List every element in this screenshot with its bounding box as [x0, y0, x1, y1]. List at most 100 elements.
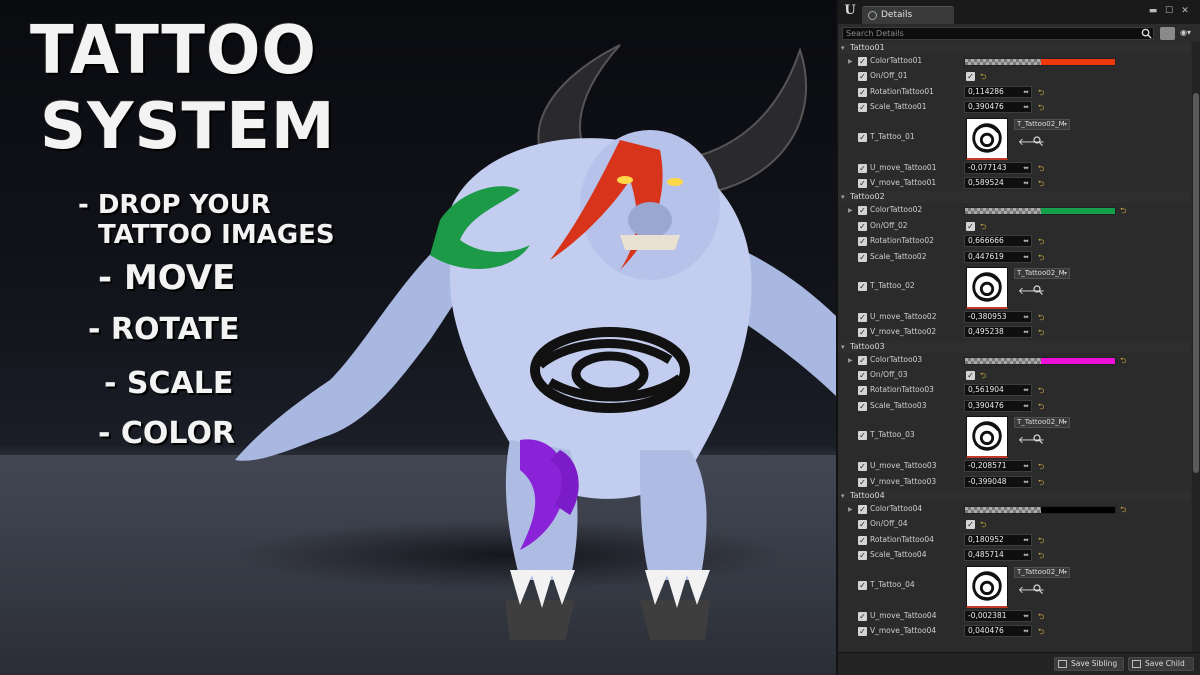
- number-field[interactable]: 0,666666 ⬌: [964, 235, 1032, 248]
- asset-picker[interactable]: T_Tattoo02_M ▾: [1014, 566, 1070, 578]
- color-picker[interactable]: [964, 207, 1116, 216]
- property-matrix-button[interactable]: [1160, 27, 1175, 40]
- reset-to-default-icon[interactable]: ⮌: [1038, 87, 1044, 101]
- override-checkbox[interactable]: ✓: [858, 87, 867, 97]
- collapse-arrow-icon[interactable]: ▾: [841, 191, 845, 203]
- override-checkbox[interactable]: ✓: [858, 132, 867, 142]
- color-picker[interactable]: [964, 356, 1116, 365]
- drag-spin-icon[interactable]: ⬌: [1023, 252, 1029, 262]
- reset-to-default-icon[interactable]: ⮌: [1120, 504, 1126, 518]
- drag-spin-icon[interactable]: ⬌: [1023, 461, 1029, 471]
- reset-to-default-icon[interactable]: ⮌: [1120, 355, 1126, 369]
- details-scroll-area[interactable]: ▾ Tattoo01 ▶ ✓ ColorTattoo01 ✓ On/Off_01 ✓ ⮌ ✓ Rot…: [838, 42, 1190, 652]
- number-field[interactable]: 0,561904 ⬌: [964, 384, 1032, 397]
- reset-to-default-icon[interactable]: ⮌: [1038, 327, 1044, 341]
- drag-spin-icon[interactable]: ⬌: [1023, 102, 1029, 112]
- override-checkbox[interactable]: ✓: [858, 520, 867, 530]
- texture-thumbnail[interactable]: [966, 117, 1008, 160]
- drag-spin-icon[interactable]: ⬌: [1023, 178, 1029, 188]
- drag-spin-icon[interactable]: ⬌: [1023, 477, 1029, 487]
- scrollbar[interactable]: [1192, 42, 1200, 652]
- drag-spin-icon[interactable]: ⬌: [1023, 535, 1029, 545]
- override-checkbox[interactable]: ✓: [858, 237, 867, 247]
- asset-picker[interactable]: T_Tattoo02_M ▾: [1014, 267, 1070, 279]
- collapse-arrow-icon[interactable]: ▾: [841, 42, 845, 54]
- reset-to-default-icon[interactable]: ⮌: [1038, 461, 1044, 475]
- drag-spin-icon[interactable]: ⬌: [1023, 401, 1029, 411]
- reset-to-default-icon[interactable]: ⮌: [1038, 611, 1044, 625]
- save-child-button[interactable]: Save Child: [1128, 657, 1194, 671]
- drag-spin-icon[interactable]: ⬌: [1023, 611, 1029, 621]
- number-field[interactable]: 0,589524 ⬌: [964, 176, 1032, 189]
- override-checkbox[interactable]: ✓: [858, 611, 867, 621]
- onoff-checkbox[interactable]: ✓: [966, 520, 975, 530]
- onoff-checkbox[interactable]: ✓: [966, 221, 975, 231]
- reset-to-default-icon[interactable]: ⮌: [1038, 102, 1044, 116]
- texture-thumbnail[interactable]: [966, 416, 1008, 459]
- number-field[interactable]: 0,485714 ⬌: [964, 549, 1032, 562]
- override-checkbox[interactable]: ✓: [858, 281, 867, 291]
- override-checkbox[interactable]: ✓: [858, 386, 867, 396]
- number-field[interactable]: 0,180952 ⬌: [964, 533, 1032, 546]
- browse-search-icon[interactable]: [1033, 434, 1043, 445]
- override-checkbox[interactable]: ✓: [858, 551, 867, 561]
- browse-search-icon[interactable]: [1033, 285, 1043, 295]
- reset-to-default-icon[interactable]: ⮌: [1038, 401, 1044, 415]
- texture-thumbnail[interactable]: [966, 565, 1008, 608]
- override-checkbox[interactable]: ✓: [858, 72, 867, 82]
- view-options-eye-icon[interactable]: ◉▾: [1180, 28, 1198, 39]
- search-input[interactable]: Search Details: [842, 27, 1154, 40]
- reset-to-default-icon[interactable]: ⮌: [1038, 477, 1044, 491]
- override-checkbox[interactable]: ✓: [858, 505, 867, 515]
- onoff-checkbox[interactable]: ✓: [966, 72, 975, 82]
- reset-to-default-icon[interactable]: ⮌: [1038, 535, 1044, 549]
- group-header[interactable]: ▾ Tattoo02: [838, 191, 1190, 204]
- drag-spin-icon[interactable]: ⬌: [1023, 626, 1029, 636]
- drag-spin-icon[interactable]: ⬌: [1023, 87, 1029, 97]
- override-checkbox[interactable]: ✓: [858, 401, 867, 411]
- asset-picker[interactable]: T_Tattoo02_M ▾: [1014, 118, 1070, 130]
- drag-spin-icon[interactable]: ⬌: [1023, 312, 1029, 322]
- onoff-checkbox[interactable]: ✓: [966, 371, 975, 381]
- override-checkbox[interactable]: ✓: [858, 626, 867, 636]
- group-header[interactable]: ▾ Tattoo01: [838, 42, 1190, 54]
- maximize-icon[interactable]: ☐: [1164, 6, 1174, 16]
- number-field[interactable]: 0,114286 ⬌: [964, 85, 1032, 98]
- override-checkbox[interactable]: ✓: [858, 328, 867, 338]
- reset-to-default-icon[interactable]: ⮌: [980, 370, 986, 384]
- tab-details[interactable]: Details: [862, 6, 954, 24]
- reset-to-default-icon[interactable]: ⮌: [1038, 385, 1044, 399]
- number-field[interactable]: -0,002381 ⬌: [964, 609, 1032, 622]
- drag-spin-icon[interactable]: ⬌: [1023, 550, 1029, 560]
- number-field[interactable]: 0,390476 ⬌: [964, 101, 1032, 114]
- texture-thumbnail[interactable]: [966, 266, 1008, 309]
- reset-to-default-icon[interactable]: ⮌: [1038, 252, 1044, 266]
- number-field[interactable]: -0,399048 ⬌: [964, 475, 1032, 488]
- reset-to-default-icon[interactable]: ⮌: [980, 221, 986, 235]
- override-checkbox[interactable]: ✓: [858, 371, 867, 381]
- group-header[interactable]: ▾ Tattoo04: [838, 490, 1190, 503]
- number-field[interactable]: 0,390476 ⬌: [964, 399, 1032, 412]
- reset-to-default-icon[interactable]: ⮌: [980, 71, 986, 85]
- override-checkbox[interactable]: ✓: [858, 535, 867, 545]
- reset-to-default-icon[interactable]: ⮌: [1038, 178, 1044, 192]
- number-field[interactable]: 0,040476 ⬌: [964, 624, 1032, 637]
- override-checkbox[interactable]: ✓: [858, 462, 867, 472]
- reset-to-default-icon[interactable]: ⮌: [1038, 312, 1044, 326]
- expand-arrow-icon[interactable]: ▶: [848, 506, 853, 513]
- number-field[interactable]: -0,380953 ⬌: [964, 310, 1032, 323]
- override-checkbox[interactable]: ✓: [858, 431, 867, 441]
- number-field[interactable]: -0,208571 ⬌: [964, 460, 1032, 473]
- save-sibling-button[interactable]: Save Sibling: [1054, 657, 1124, 671]
- expand-arrow-icon[interactable]: ▶: [848, 207, 853, 214]
- override-checkbox[interactable]: ✓: [858, 477, 867, 487]
- close-icon[interactable]: ✕: [1180, 6, 1190, 16]
- override-checkbox[interactable]: ✓: [858, 221, 867, 231]
- asset-picker[interactable]: T_Tattoo02_M ▾: [1014, 417, 1070, 429]
- browse-search-icon[interactable]: [1033, 135, 1043, 146]
- override-checkbox[interactable]: ✓: [858, 580, 867, 590]
- override-checkbox[interactable]: ✓: [858, 355, 867, 365]
- reset-to-default-icon[interactable]: ⮌: [1120, 205, 1126, 219]
- reset-to-default-icon[interactable]: ⮌: [1038, 163, 1044, 177]
- override-checkbox[interactable]: ✓: [858, 163, 867, 173]
